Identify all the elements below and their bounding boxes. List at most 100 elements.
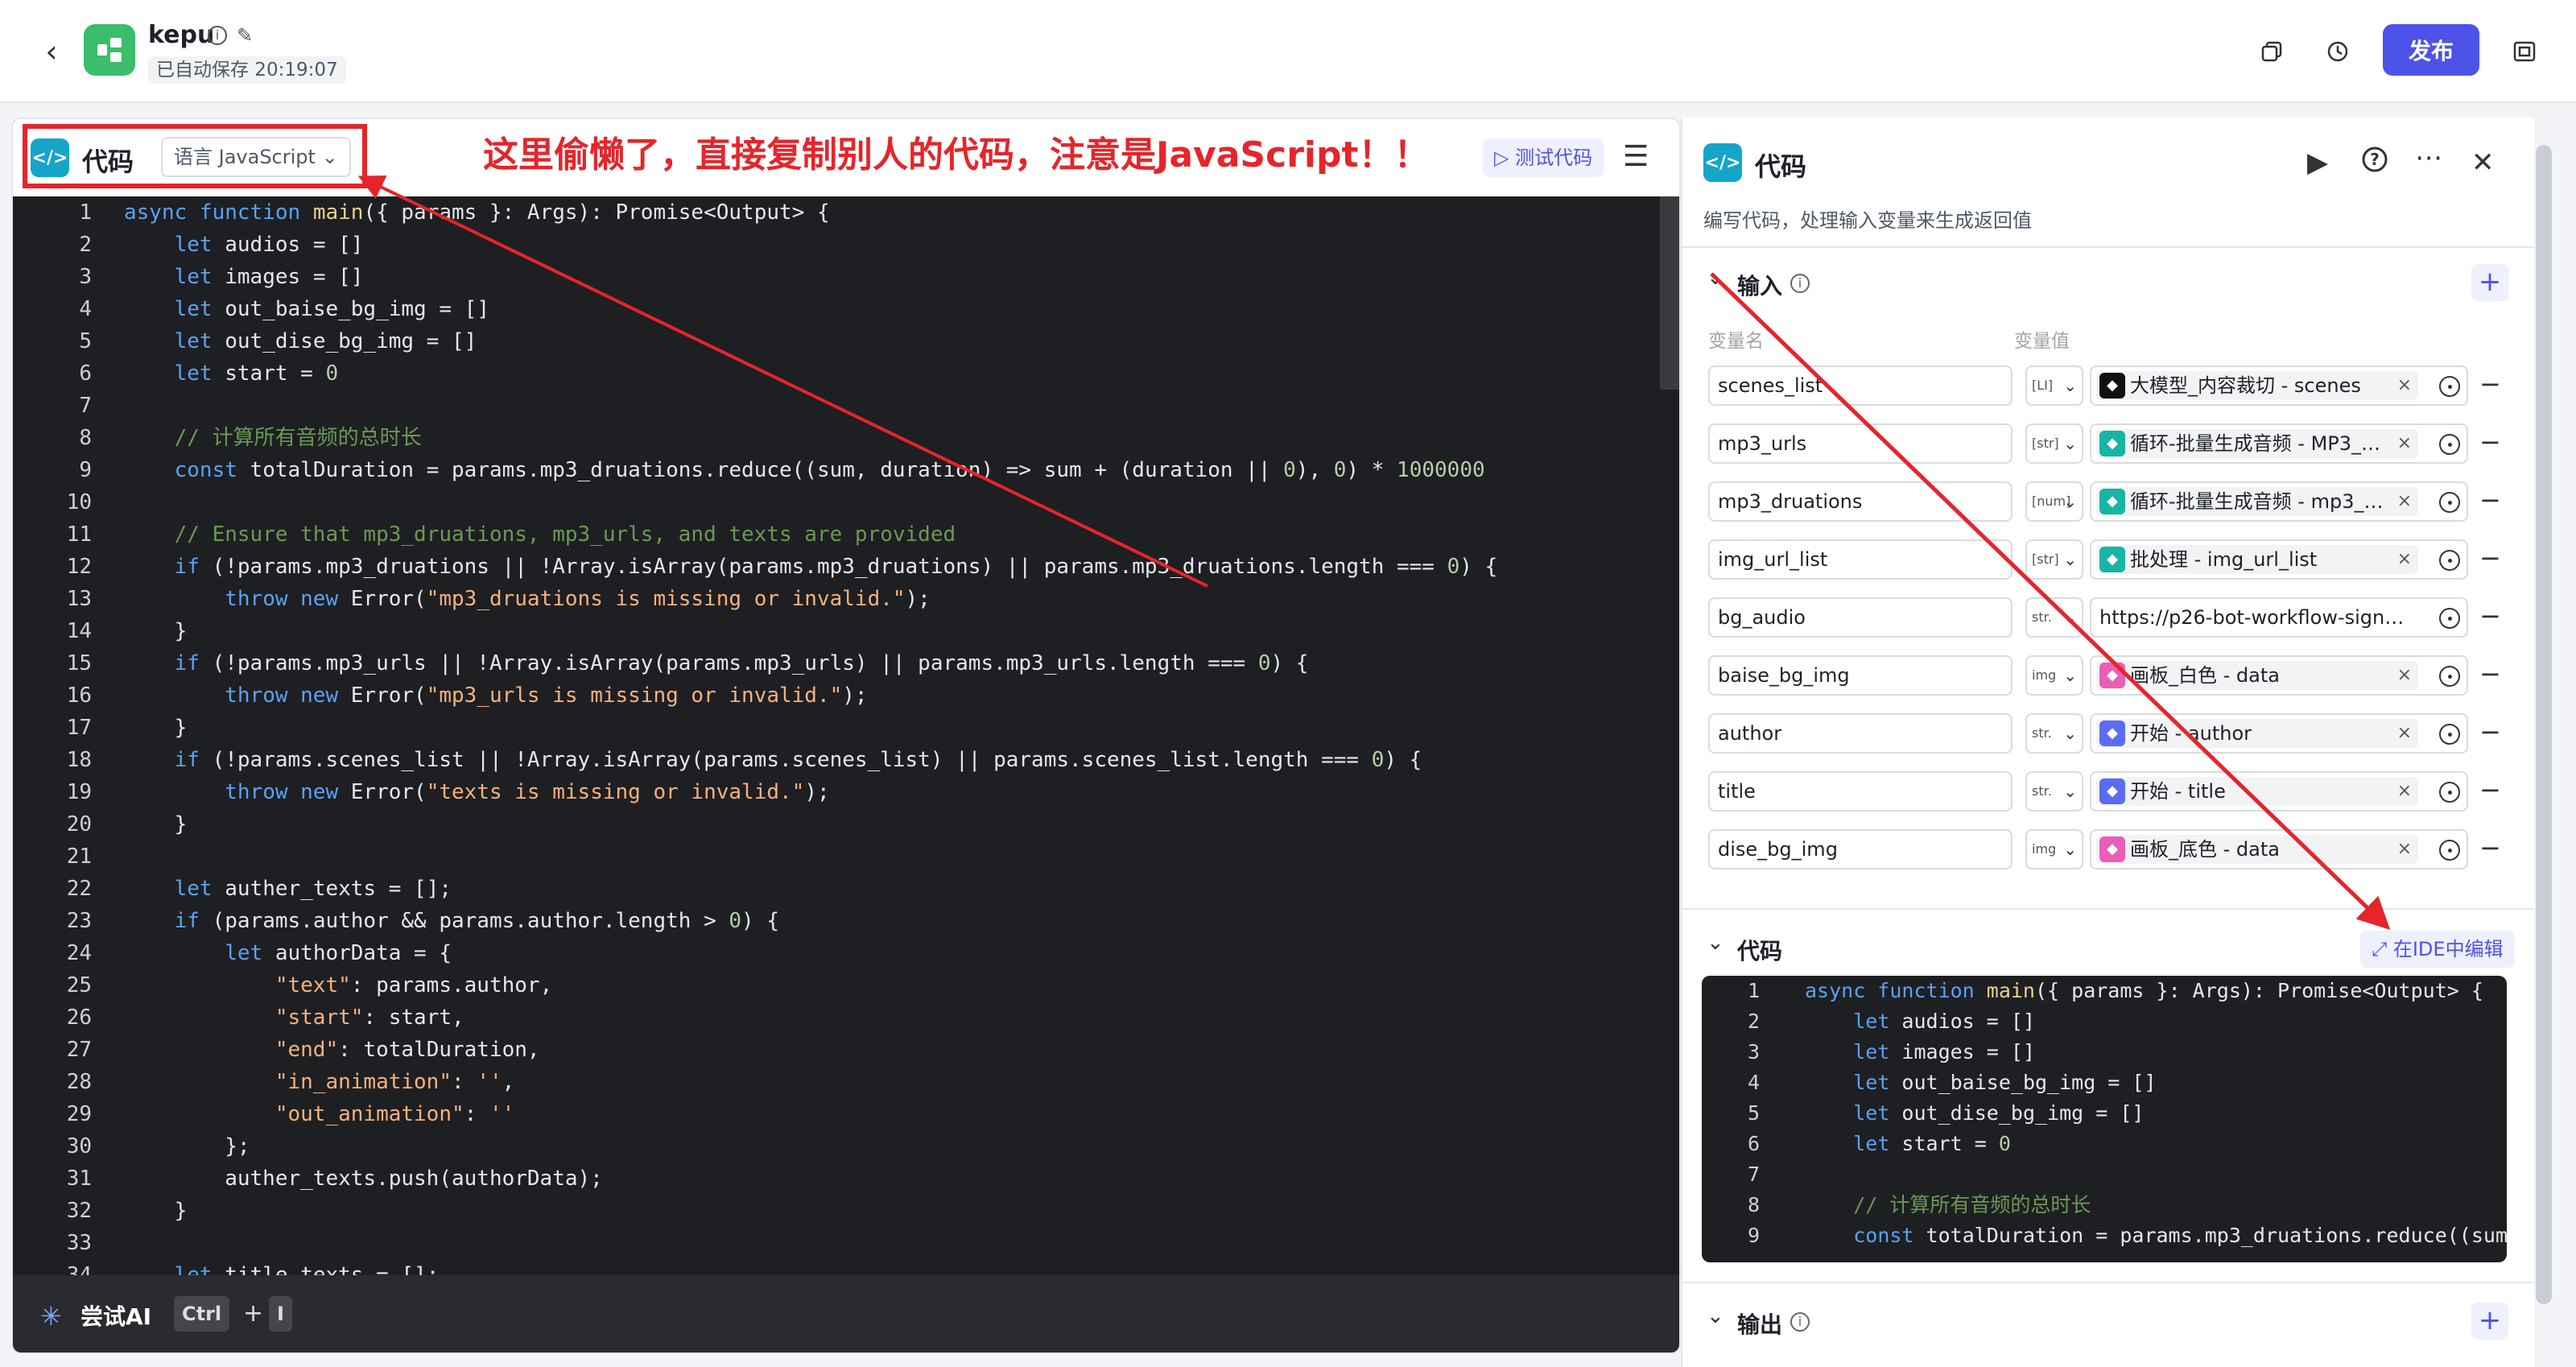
var-name-input[interactable]: mp3_druations xyxy=(1708,481,2013,522)
var-value-field[interactable]: ◆循环-批量生成音频 - mp3_druations × xyxy=(2090,481,2468,522)
var-value-field[interactable]: ◆ 开始 - author × xyxy=(2090,713,2468,754)
value-mode-icon[interactable] xyxy=(2439,550,2460,571)
var-name-input[interactable]: author xyxy=(1708,713,2013,754)
var-type-select[interactable]: str. ⌄ xyxy=(2025,771,2083,812)
var-name-input[interactable]: dise_bg_img xyxy=(1708,829,2013,869)
var-value-field[interactable]: ◆ 循环-批量生成音频 - MP3_urls × xyxy=(2090,423,2468,464)
var-type: str. xyxy=(2032,725,2052,741)
remove-input-button[interactable]: − xyxy=(2479,771,2501,808)
reference-chip[interactable]: ◆ 大模型_内容裁切 - scenes × xyxy=(2096,371,2418,400)
remove-input-button[interactable]: − xyxy=(2479,423,2501,460)
var-type-select[interactable]: [str] ⌄ xyxy=(2025,423,2083,464)
close-icon[interactable]: ✕ xyxy=(2471,147,2495,179)
clear-reference-icon[interactable]: × xyxy=(2397,719,2412,748)
sparkle-icon: ✳ xyxy=(40,1301,62,1332)
editor-scrollbar[interactable] xyxy=(1660,196,1679,390)
var-value-field[interactable]: ◆ 开始 - title × xyxy=(2090,771,2468,812)
code-content[interactable]: async function main({ params }: Args): P… xyxy=(124,196,1658,1275)
value-mode-icon[interactable] xyxy=(2439,492,2460,513)
value-mode-icon[interactable] xyxy=(2439,434,2460,455)
test-code-button[interactable]: ▷ 测试代码 xyxy=(1483,138,1604,177)
info-icon[interactable]: i xyxy=(1790,274,1810,293)
var-type-select[interactable]: img ⌄ xyxy=(2025,829,2083,869)
literal-value[interactable]: https://p26-bot-workflow-sign.byteimg.co… xyxy=(2099,599,2405,636)
remove-input-button[interactable]: − xyxy=(2479,655,2501,692)
add-output-button[interactable]: + xyxy=(2471,1303,2508,1340)
try-ai-button[interactable]: 尝试AI xyxy=(80,1299,151,1332)
var-type-select[interactable]: img ⌄ xyxy=(2025,655,2083,696)
var-value-field[interactable]: ◆ 画板_白色 - data × xyxy=(2090,655,2468,696)
publish-button[interactable]: 发布 xyxy=(2383,24,2479,76)
panel-scrollbar[interactable] xyxy=(2536,145,2552,1304)
var-type-select[interactable]: str. ⌄ xyxy=(2025,597,2083,638)
output-section-title[interactable]: 输出 xyxy=(1737,1307,1782,1340)
help-icon[interactable]: ? xyxy=(2360,145,2389,181)
var-value-field[interactable]: ◆ 批处理 - img_url_list × xyxy=(2090,539,2468,580)
reference-chip[interactable]: ◆循环-批量生成音频 - mp3_druations × xyxy=(2096,487,2418,516)
back-arrow-icon[interactable]: ‹ xyxy=(35,34,68,69)
var-value-field[interactable]: ◆ 大模型_内容裁切 - scenes × xyxy=(2090,365,2468,406)
reference-chip[interactable]: ◆ 开始 - author × xyxy=(2096,719,2418,748)
var-name-input[interactable]: mp3_urls xyxy=(1708,423,2013,464)
reference-source: 开始 - title xyxy=(2130,780,2226,803)
line-number: 18 xyxy=(66,748,92,772)
var-type-select[interactable]: str. ⌄ xyxy=(2025,713,2083,754)
clear-reference-icon[interactable]: × xyxy=(2397,371,2412,400)
value-mode-icon[interactable] xyxy=(2439,840,2460,861)
var-value-field[interactable]: https://p26-bot-workflow-sign.byteimg.co… xyxy=(2090,597,2468,638)
code-section-title[interactable]: 代码 xyxy=(1737,934,1782,966)
clear-reference-icon[interactable]: × xyxy=(2397,545,2412,574)
var-name-input[interactable]: scenes_list xyxy=(1708,365,2013,406)
history-icon[interactable] xyxy=(2322,35,2354,68)
edit-in-ide-button[interactable]: ⤢ 在IDE中编辑 xyxy=(2360,931,2515,968)
var-value-field[interactable]: ◆ 画板_底色 - data × xyxy=(2090,829,2468,869)
var-type-select[interactable]: [LI] ⌄ xyxy=(2025,365,2083,406)
value-mode-icon[interactable] xyxy=(2439,376,2460,397)
remove-input-button[interactable]: − xyxy=(2479,713,2501,750)
var-type-select[interactable]: [str] ⌄ xyxy=(2025,539,2083,580)
copy-icon[interactable] xyxy=(2256,35,2288,68)
reference-chip[interactable]: ◆ 开始 - title × xyxy=(2096,777,2418,806)
remove-input-button[interactable]: − xyxy=(2479,829,2501,866)
reference-chip[interactable]: ◆ 批处理 - img_url_list × xyxy=(2096,545,2418,574)
var-name-input[interactable]: bg_audio xyxy=(1708,597,2013,638)
code-editor[interactable]: 1 2 3 4 5 6 7 8 9 10 11 12 13 14 15 16 17 18 19 20 21 22 23 24 2… xyxy=(13,196,1679,1275)
info-icon[interactable]: i xyxy=(208,26,227,45)
more-icon[interactable]: ⋯ xyxy=(2415,142,2442,174)
value-mode-icon[interactable] xyxy=(2439,724,2460,745)
input-section-title[interactable]: 输入 xyxy=(1737,269,1782,301)
clear-reference-icon[interactable]: × xyxy=(2397,487,2412,516)
line-number: 11 xyxy=(66,522,92,547)
input-row: title str. ⌄ ◆ 开始 - title × − xyxy=(1708,771,2513,812)
reference-chip[interactable]: ◆ 画板_底色 - data × xyxy=(2096,835,2418,864)
var-name-input[interactable]: title xyxy=(1708,771,2013,812)
value-mode-icon[interactable] xyxy=(2439,666,2460,687)
reference-chip[interactable]: ◆ 循环-批量生成音频 - MP3_urls × xyxy=(2096,429,2418,458)
chevron-down-icon[interactable]: ⌄ xyxy=(1707,931,1724,955)
value-mode-icon[interactable] xyxy=(2439,608,2460,629)
outline-menu-icon[interactable]: ☰ xyxy=(1623,140,1649,173)
panel-toggle-icon[interactable] xyxy=(2508,35,2541,68)
var-type-select[interactable]: [num] ⌄ xyxy=(2025,481,2083,522)
remove-input-button[interactable]: − xyxy=(2479,597,2501,634)
value-mode-icon[interactable] xyxy=(2439,782,2460,803)
info-icon[interactable]: i xyxy=(1790,1312,1810,1332)
reference-chip[interactable]: ◆ 画板_白色 - data × xyxy=(2096,661,2418,690)
var-name-input[interactable]: img_url_list xyxy=(1708,539,2013,580)
remove-input-button[interactable]: − xyxy=(2479,365,2501,403)
clear-reference-icon[interactable]: × xyxy=(2397,429,2412,458)
node-title[interactable]: 代码 xyxy=(1755,147,1806,184)
clear-reference-icon[interactable]: × xyxy=(2397,661,2412,690)
chevron-down-icon[interactable]: ⌄ xyxy=(1707,1304,1724,1328)
var-name-input[interactable]: baise_bg_img xyxy=(1708,655,2013,696)
run-play-icon[interactable]: ▶ xyxy=(2307,147,2328,179)
remove-input-button[interactable]: − xyxy=(2479,539,2501,576)
line-number: 25 xyxy=(66,973,92,997)
clear-reference-icon[interactable]: × xyxy=(2397,835,2412,864)
chevron-down-icon[interactable]: ⌄ xyxy=(1707,266,1724,290)
edit-icon[interactable]: ✎ xyxy=(237,24,253,47)
remove-input-button[interactable]: − xyxy=(2479,481,2501,518)
code-preview[interactable]: 1 2 3 4 5 6 7 8 9 async function main({ params }… xyxy=(1702,976,2507,1262)
add-input-button[interactable]: + xyxy=(2471,264,2508,301)
clear-reference-icon[interactable]: × xyxy=(2397,777,2412,806)
